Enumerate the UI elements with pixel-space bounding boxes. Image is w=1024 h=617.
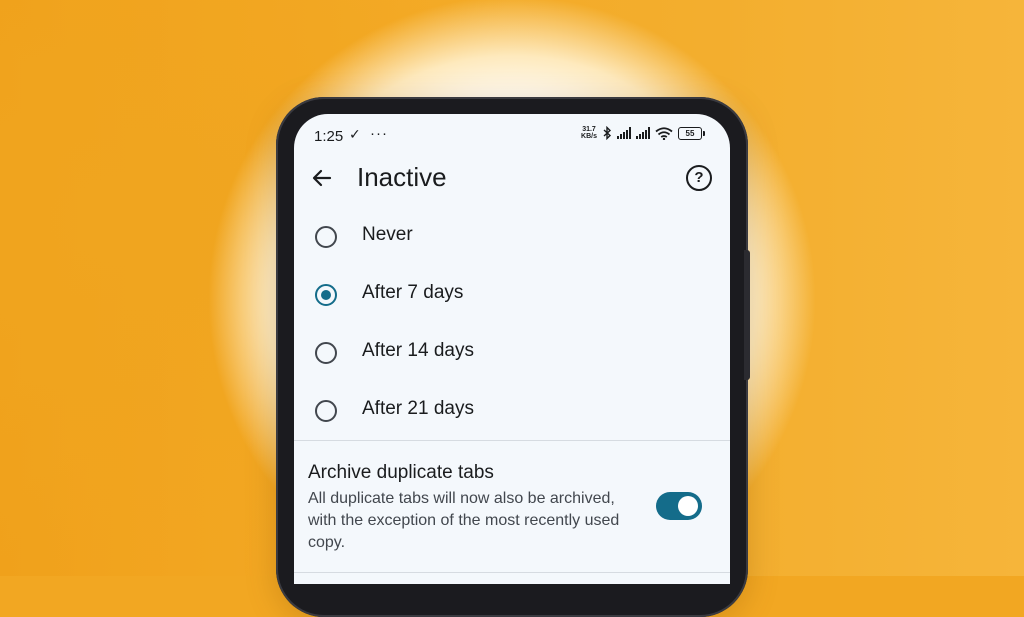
bluetooth-icon [603,126,612,140]
radio-after-7-days[interactable] [315,284,337,306]
back-arrow-icon[interactable] [310,166,334,190]
status-bar: 1:25 ✓ ··· 31.7 KB/s 55 [294,114,730,156]
phone-side-button [744,250,750,380]
page-title: Inactive [357,162,447,192]
signal-icon-2 [636,127,650,139]
archive-duplicates-description: All duplicate tabs will now also be arch… [308,490,620,551]
battery-icon: 55 [678,126,705,140]
radio-after-14-days[interactable] [315,342,337,364]
option-after-7-days[interactable]: After 7 days [294,268,730,326]
help-icon[interactable]: ? [686,165,712,191]
option-label: Never [362,224,413,245]
archive-duplicates-title: Archive duplicate tabs [308,462,494,483]
task-check-icon: ✓ [349,126,361,142]
app-bar: Inactive ? [294,156,730,204]
wifi-icon [655,126,673,140]
network-speed: 31.7 KB/s [580,126,598,140]
radio-never[interactable] [315,226,337,248]
radio-after-21-days[interactable] [315,400,337,422]
section-divider [294,440,730,441]
status-icons: 31.7 KB/s 55 [580,126,705,140]
status-time: 1:25 [314,128,344,145]
signal-icon-1 [617,127,631,139]
option-label: After 14 days [362,340,474,361]
option-label: After 7 days [362,282,464,303]
option-after-14-days[interactable]: After 14 days [294,326,730,384]
option-after-21-days[interactable]: After 21 days [294,384,730,442]
option-label: After 21 days [362,398,474,419]
network-speed-unit: KB/s [581,133,597,140]
phone-screen: 1:25 ✓ ··· 31.7 KB/s 55 Inactive ? Never… [294,114,730,584]
bottom-divider [294,572,730,573]
option-never[interactable]: Never [294,210,730,268]
more-notifications-icon: ··· [370,125,388,142]
network-speed-value: 31.7 [582,126,596,133]
archive-duplicates-toggle[interactable] [656,492,702,520]
